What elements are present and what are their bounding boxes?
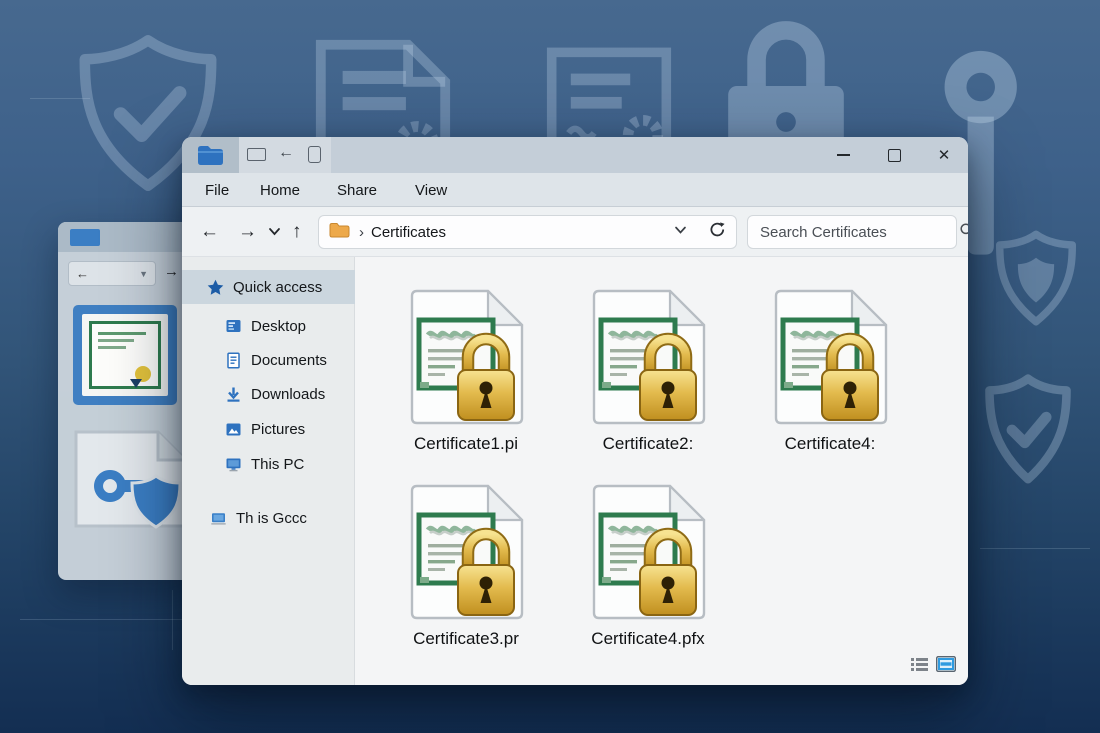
star-icon <box>207 279 224 296</box>
recent-locations-chevron-icon[interactable] <box>268 224 281 244</box>
file-item[interactable]: Certificate4.pfx <box>557 482 739 677</box>
minimize-button[interactable] <box>827 137 859 173</box>
sidebar-item-th-is-gccc[interactable]: Th is Gccc <box>182 501 355 535</box>
sparkle-line <box>30 98 90 99</box>
window-titlebar: ← ✕ <box>182 137 968 173</box>
file-item[interactable]: Certificate1.pi <box>375 287 557 482</box>
certificate-gear-icon <box>545 46 673 150</box>
window-body: Quick access Desktop Documents Downloads <box>182 257 968 685</box>
computer-icon <box>210 510 227 527</box>
key-shield-document-icon <box>72 428 190 530</box>
breadcrumb-separator: › <box>359 224 364 241</box>
sidebar-item-pictures[interactable]: Pictures <box>182 412 355 446</box>
certificate-file-icon <box>766 287 894 429</box>
sparkle-line <box>172 590 173 650</box>
sidebar-item-quick-access[interactable]: Quick access <box>182 270 355 304</box>
sidebar-item-label: Downloads <box>251 386 325 403</box>
refresh-button[interactable] <box>709 221 726 243</box>
file-grid: Certificate1.pi Certificate2 <box>375 287 935 677</box>
sidebar-item-downloads[interactable]: Downloads <box>182 377 355 411</box>
file-name: Certificate2: <box>603 434 694 454</box>
monitor-icon <box>225 456 242 473</box>
mock-back-icon: ← <box>76 266 89 281</box>
pictures-icon <box>225 421 242 438</box>
sidebar-item-desktop[interactable]: Desktop <box>182 309 355 343</box>
folder-tab-icon <box>197 145 223 170</box>
navigation-bar: ← → ↑ › Certificates <box>182 207 968 257</box>
file-name: Certificate4.pfx <box>591 629 704 649</box>
sparkle-line <box>980 548 1090 549</box>
certificate-file-icon <box>584 482 712 624</box>
file-item[interactable]: Certificate2: <box>557 287 739 482</box>
breadcrumb-location[interactable]: Certificates <box>371 224 446 241</box>
mock-forward-icon: → <box>164 263 179 280</box>
shield-check-icon <box>982 374 1074 486</box>
file-item[interactable]: Certificate3.pr <box>375 482 557 677</box>
file-explorer-window: ← ✕ File Home Share View ← → ↑ › Certif <box>182 137 968 685</box>
desktop-icon <box>225 318 242 335</box>
sidebar-item-this-pc[interactable]: This PC <box>182 447 355 481</box>
certificate-preview-icon <box>73 305 177 405</box>
certificate-file-icon <box>402 287 530 429</box>
tab-back-arrow-icon[interactable]: ← <box>278 144 294 162</box>
mock-titlebar <box>58 222 198 252</box>
search-input[interactable] <box>760 224 959 241</box>
menu-bar: File Home Share View <box>182 173 968 207</box>
search-icon <box>959 222 968 243</box>
sidebar-item-label: This PC <box>251 456 304 473</box>
sidebar-item-documents[interactable]: Documents <box>182 343 355 377</box>
mock-dropdown-icon: ▼ <box>139 269 148 279</box>
file-name: Certificate3.pr <box>413 629 519 649</box>
background-mock-window: ← ▼ → <box>58 222 198 580</box>
sidebar-item-label: Th is Gccc <box>236 510 307 527</box>
download-arrow-icon <box>225 386 242 403</box>
menu-share[interactable]: Share <box>337 173 377 207</box>
file-item[interactable]: Certificate4: <box>739 287 921 482</box>
menu-home[interactable]: Home <box>260 173 300 207</box>
tab-page-icon[interactable] <box>308 146 321 163</box>
mock-window-tab <box>70 229 100 246</box>
sidebar-item-label: Quick access <box>233 279 322 296</box>
sidebar-item-label: Documents <box>251 352 327 369</box>
sidebar-item-label: Pictures <box>251 421 305 438</box>
document-icon <box>225 352 242 369</box>
address-folder-icon <box>329 222 350 243</box>
sidebar: Quick access Desktop Documents Downloads <box>182 257 355 685</box>
maximize-button[interactable] <box>878 137 910 173</box>
close-button[interactable]: ✕ <box>928 137 960 173</box>
forward-button[interactable]: → <box>238 207 257 257</box>
up-button[interactable]: ↑ <box>292 207 302 257</box>
padlock-icon <box>726 16 846 156</box>
file-name: Certificate4: <box>785 434 876 454</box>
file-name: Certificate1.pi <box>414 434 518 454</box>
shield-badge-icon <box>993 230 1079 326</box>
tab-square-icon[interactable] <box>247 148 266 161</box>
address-bar[interactable]: › Certificates <box>318 215 737 249</box>
menu-view[interactable]: View <box>415 173 447 207</box>
mock-address-bar: ← ▼ <box>68 261 156 286</box>
certificate-file-icon <box>584 287 712 429</box>
view-toggles <box>911 656 956 677</box>
back-button[interactable]: ← <box>200 207 219 257</box>
address-dropdown-chevron-icon[interactable] <box>674 223 687 241</box>
certificate-file-icon <box>402 482 530 624</box>
search-box[interactable] <box>747 215 957 249</box>
details-view-button[interactable] <box>911 657 928 677</box>
file-list-area: Certificate1.pi Certificate2 <box>355 257 968 685</box>
sidebar-item-label: Desktop <box>251 318 306 335</box>
thumbnail-view-button[interactable] <box>936 656 956 677</box>
menu-file[interactable]: File <box>205 173 229 207</box>
